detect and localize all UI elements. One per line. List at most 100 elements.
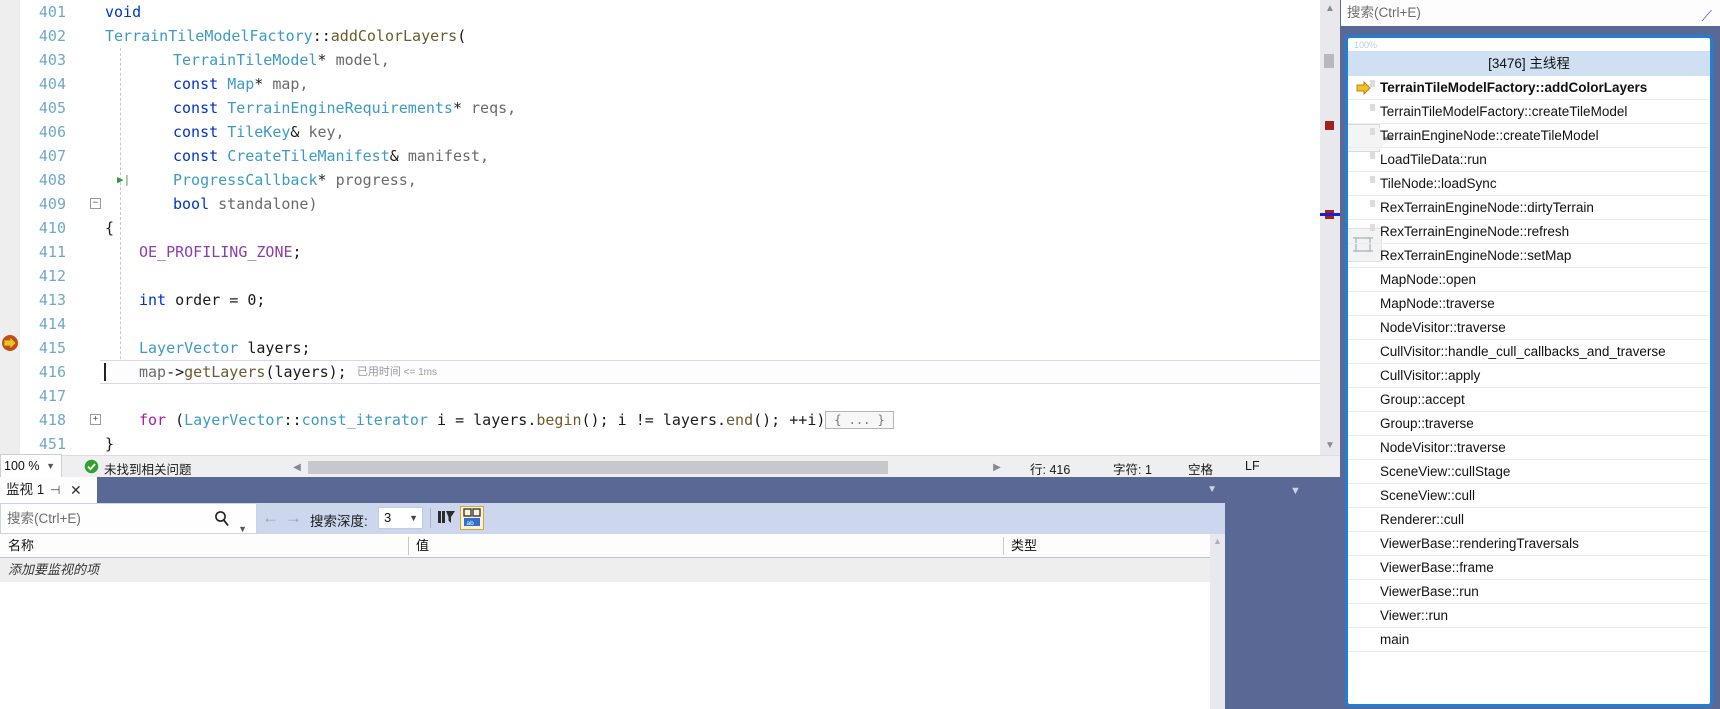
filter-pin-icon[interactable] <box>436 508 456 528</box>
thread-header-row[interactable]: [3476] 主线程 <box>1348 51 1710 76</box>
call-stack-frame[interactable]: Renderer::cull <box>1348 508 1710 532</box>
search-wand-icon[interactable]: ⟋ <box>1701 4 1712 30</box>
call-stack-frame[interactable]: CullVisitor::apply <box>1348 364 1710 388</box>
code-text[interactable]: LayerVector layers; <box>139 336 311 360</box>
arrow-right-icon[interactable]: → <box>285 508 302 528</box>
call-stack-frame[interactable]: TerrainTileModelFactory::createTileModel <box>1348 100 1710 124</box>
call-stack-frame[interactable]: Viewer::run <box>1348 604 1710 628</box>
code-text[interactable]: TerrainTileModelFactory::addColorLayers( <box>105 24 466 48</box>
call-stack-frame[interactable]: main <box>1348 628 1710 652</box>
code-editor-pane[interactable]: 401 void 402 TerrainTileModelFactory::addCo… <box>0 0 1340 478</box>
search-input[interactable]: 搜索(Ctrl+E) ▼ <box>0 503 257 534</box>
tab-watch-1[interactable]: 监视 1 ⊣ ✕ <box>0 477 97 503</box>
zoom-level-select[interactable]: 100 % ▼ <box>0 454 62 478</box>
breakpoint-marker[interactable] <box>1325 121 1334 130</box>
call-stack-frame[interactable]: RexTerrainEngineNode::refresh <box>1348 220 1710 244</box>
column-header-type[interactable]: 类型 <box>1003 534 1210 558</box>
step-into-arrow-icon[interactable]: ▶| <box>117 168 130 192</box>
watch-toolbar[interactable]: 搜索(Ctrl+E) ▼ ← → 搜索深度: 3 ▼ ab <box>0 503 1225 534</box>
code-line[interactable]: 404 const Map* map, <box>0 72 1320 96</box>
code-text[interactable]: int order = 0; <box>139 288 265 312</box>
search-icon[interactable] <box>214 510 230 528</box>
search-depth-select[interactable]: 3 ▼ <box>378 507 423 529</box>
call-stack-frame[interactable]: RexTerrainEngineNode::setMap <box>1348 244 1710 268</box>
code-line[interactable]: 403 TerrainTileModel* model, <box>0 48 1320 72</box>
code-text[interactable]: for (LayerVector::const_iterator i = lay… <box>139 408 825 432</box>
call-stack-frame[interactable]: CullVisitor::handle_cull_callbacks_and_t… <box>1348 340 1710 364</box>
hscrollbar-thumb[interactable] <box>308 461 888 474</box>
call-stack-frame[interactable]: MapNode::open <box>1348 268 1710 292</box>
code-text[interactable]: { <box>105 216 114 240</box>
expand-plus-icon[interactable]: + <box>90 414 101 425</box>
call-stack-frame[interactable]: RexTerrainEngineNode::dirtyTerrain <box>1348 196 1710 220</box>
code-line[interactable]: 412 <box>0 264 1320 288</box>
code-line[interactable]: 408 ProgressCallback* progress, ▶| <box>0 168 1320 192</box>
code-line[interactable]: 407 const CreateTileManifest& manifest, <box>0 144 1320 168</box>
code-text[interactable]: void <box>105 0 141 24</box>
call-stack-search-input[interactable]: 搜索(Ctrl+E) ⟋ <box>1341 0 1720 26</box>
editor-horizontal-scrollbar[interactable]: ◀ ▶ <box>288 459 1006 476</box>
call-stack-frame[interactable]: Group::traverse <box>1348 412 1710 436</box>
collapsed-block[interactable]: { ... } <box>825 411 894 429</box>
call-stack-frame[interactable]: LoadTileData::run <box>1348 148 1710 172</box>
code-line[interactable]: 417 <box>0 384 1320 408</box>
column-header-name[interactable]: 名称 <box>0 534 408 558</box>
code-line[interactable]: 413 int order = 0; <box>0 288 1320 312</box>
code-line[interactable]: 414 <box>0 312 1320 336</box>
scroll-down-icon[interactable]: ▼ <box>1320 437 1340 455</box>
code-text[interactable]: const TerrainEngineRequirements* reqs, <box>173 96 516 120</box>
editor-vertical-scrollbar[interactable]: ▲ ▼ <box>1320 0 1340 455</box>
call-stack-frame[interactable]: TileNode::loadSync <box>1348 172 1710 196</box>
call-stack-frame[interactable]: SceneView::cull <box>1348 484 1710 508</box>
code-line[interactable]: 415 LayerVector layers; <box>0 336 1320 360</box>
call-stack-frame[interactable]: NodeVisitor::traverse <box>1348 316 1710 340</box>
scroll-right-icon[interactable]: ▶ <box>988 459 1006 476</box>
code-line[interactable]: 410 { <box>0 216 1320 240</box>
collapse-minus-icon[interactable]: − <box>90 198 101 209</box>
call-stack-frame[interactable]: Group::accept <box>1348 388 1710 412</box>
pin-icon[interactable]: ⊣ <box>50 477 60 503</box>
call-stack-frame[interactable]: SceneView::cullStage <box>1348 460 1710 484</box>
code-text[interactable]: } <box>105 432 114 455</box>
call-stack-frame-list[interactable]: TerrainTileModelFactory::addColorLayers T… <box>1348 76 1710 652</box>
code-text[interactable]: const CreateTileManifest& manifest, <box>173 144 489 168</box>
code-line[interactable]: 411 OE_PROFILING_ZONE; <box>0 240 1320 264</box>
code-text[interactable]: ProgressCallback* progress, <box>173 168 417 192</box>
code-line[interactable]: 402 TerrainTileModelFactory::addColorLaye… <box>0 24 1320 48</box>
code-line[interactable]: 416 map->getLayers(layers); 已用时间 <= 1ms <box>0 360 1320 384</box>
chevron-down-icon[interactable]: ▼ <box>1290 485 1301 497</box>
code-line[interactable]: 451} <box>0 432 1320 455</box>
code-text[interactable]: const TileKey& key, <box>173 120 345 144</box>
chevron-down-icon[interactable]: ▼ <box>1207 484 1217 495</box>
code-text[interactable]: const Map* map, <box>173 72 308 96</box>
call-stack-list-container[interactable]: 100% [3476] 主线程 TerrainTileModelFactory:… <box>1345 35 1713 707</box>
code-line[interactable]: 401 void <box>0 0 1320 24</box>
hex-display-icon[interactable]: ab <box>460 506 484 530</box>
watch-vertical-scrollbar[interactable]: ▲ <box>1210 534 1225 709</box>
code-text[interactable]: OE_PROFILING_ZONE; <box>139 240 302 264</box>
code-text[interactable]: map->getLayers(layers); <box>139 360 347 384</box>
call-stack-frame[interactable]: ViewerBase::renderingTraversals <box>1348 532 1710 556</box>
code-line[interactable]: 406 const TileKey& key, <box>0 120 1320 144</box>
call-stack-frame[interactable]: TerrainEngineNode::createTileModel <box>1348 124 1710 148</box>
watch-panel[interactable]: 监视 1 ⊣ ✕ ▼ 搜索(Ctrl+E) ▼ ← → 搜索深度: 3 ▼ ab… <box>0 477 1225 709</box>
code-line[interactable]: 409 bool standalone) − <box>0 192 1320 216</box>
scroll-left-icon[interactable]: ◀ <box>288 459 306 476</box>
scrollbar-thumb[interactable] <box>1324 54 1334 68</box>
code-lines[interactable]: 401 void 402 TerrainTileModelFactory::addCo… <box>0 0 1320 455</box>
column-header-value[interactable]: 值 <box>408 534 1003 558</box>
watch-grid[interactable]: 名称 值 类型 添加要监视的项 <box>0 534 1210 709</box>
call-stack-current-frame[interactable]: TerrainTileModelFactory::addColorLayers <box>1348 76 1710 100</box>
code-line[interactable]: 418 for (LayerVector::const_iterator i = … <box>0 408 1320 432</box>
scroll-up-icon[interactable]: ▲ <box>1320 0 1340 18</box>
watch-empty-row[interactable]: 添加要监视的项 <box>0 558 1210 582</box>
chevron-up-icon[interactable]: ▲ <box>1210 534 1225 549</box>
call-stack-panel[interactable]: 搜索(Ctrl+E) ⟋ 100% [3476] 主线程 TerrainTile… <box>1340 0 1720 709</box>
call-stack-frame[interactable]: NodeVisitor::traverse <box>1348 436 1710 460</box>
call-stack-frame[interactable]: MapNode::traverse <box>1348 292 1710 316</box>
call-stack-frame[interactable]: ViewerBase::frame <box>1348 556 1710 580</box>
call-stack-frame[interactable]: ViewerBase::run <box>1348 580 1710 604</box>
arrow-left-icon[interactable]: ← <box>262 508 279 528</box>
close-icon[interactable]: ✕ <box>70 477 82 503</box>
code-text[interactable]: TerrainTileModel* model, <box>173 48 390 72</box>
